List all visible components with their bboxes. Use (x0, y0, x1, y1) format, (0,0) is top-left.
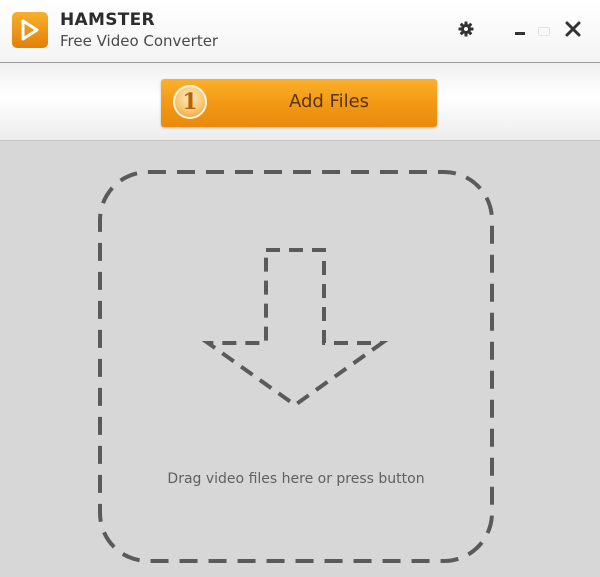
restore-icon (538, 27, 550, 36)
drop-zone-hint: Drag video files here or press button (167, 471, 425, 487)
app-subtitle: Free Video Converter (60, 32, 219, 50)
close-icon (565, 21, 581, 37)
gear-icon (458, 21, 474, 37)
arrow-down-icon (201, 248, 389, 408)
minimize-icon (515, 32, 525, 35)
close-button[interactable] (562, 18, 584, 40)
step-number-badge: 1 (173, 85, 207, 119)
drop-zone[interactable] (98, 170, 494, 563)
app-logo (12, 12, 48, 48)
add-files-button[interactable]: 1 Add Files (161, 79, 437, 127)
title-bar: HAMSTER Free Video Converter (0, 0, 600, 62)
add-files-label: Add Files (288, 91, 370, 112)
app-name: HAMSTER (60, 10, 155, 30)
minimize-button[interactable] (509, 18, 531, 40)
settings-button[interactable] (455, 18, 477, 40)
play-icon (21, 19, 39, 41)
toolbar: 1 Add Files (0, 62, 600, 141)
